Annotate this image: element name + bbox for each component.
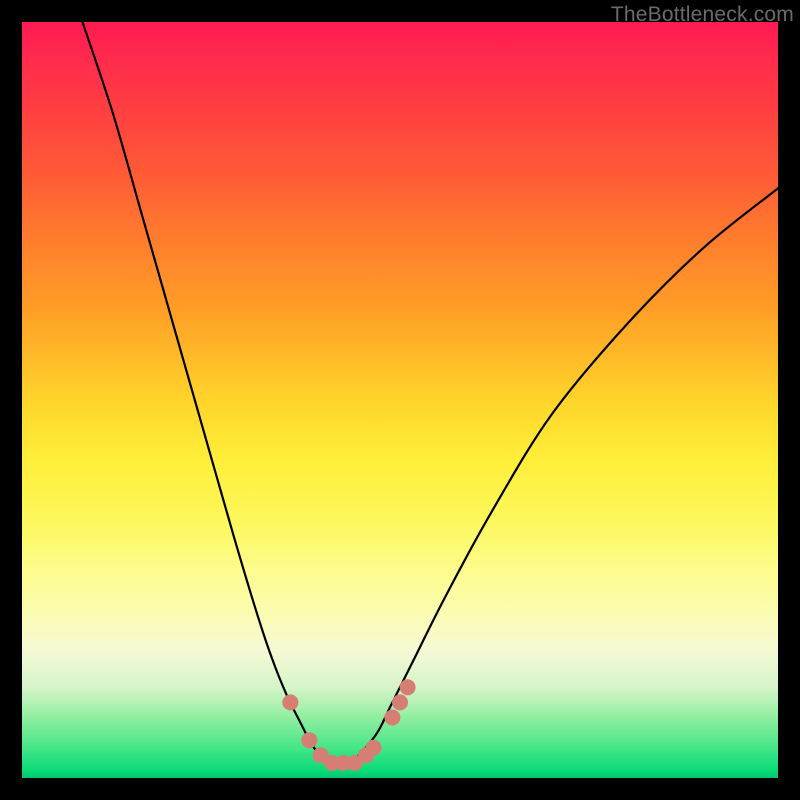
marker-dot [366,740,382,756]
bottleneck-curve [83,22,779,763]
marker-dot [301,732,317,748]
plot-area [22,22,778,778]
curve-layer [22,22,778,778]
marker-dot [384,710,400,726]
marker-dot [400,679,416,695]
marker-dot [282,694,298,710]
marker-dot [392,694,408,710]
chart-frame: TheBottleneck.com [0,0,800,800]
